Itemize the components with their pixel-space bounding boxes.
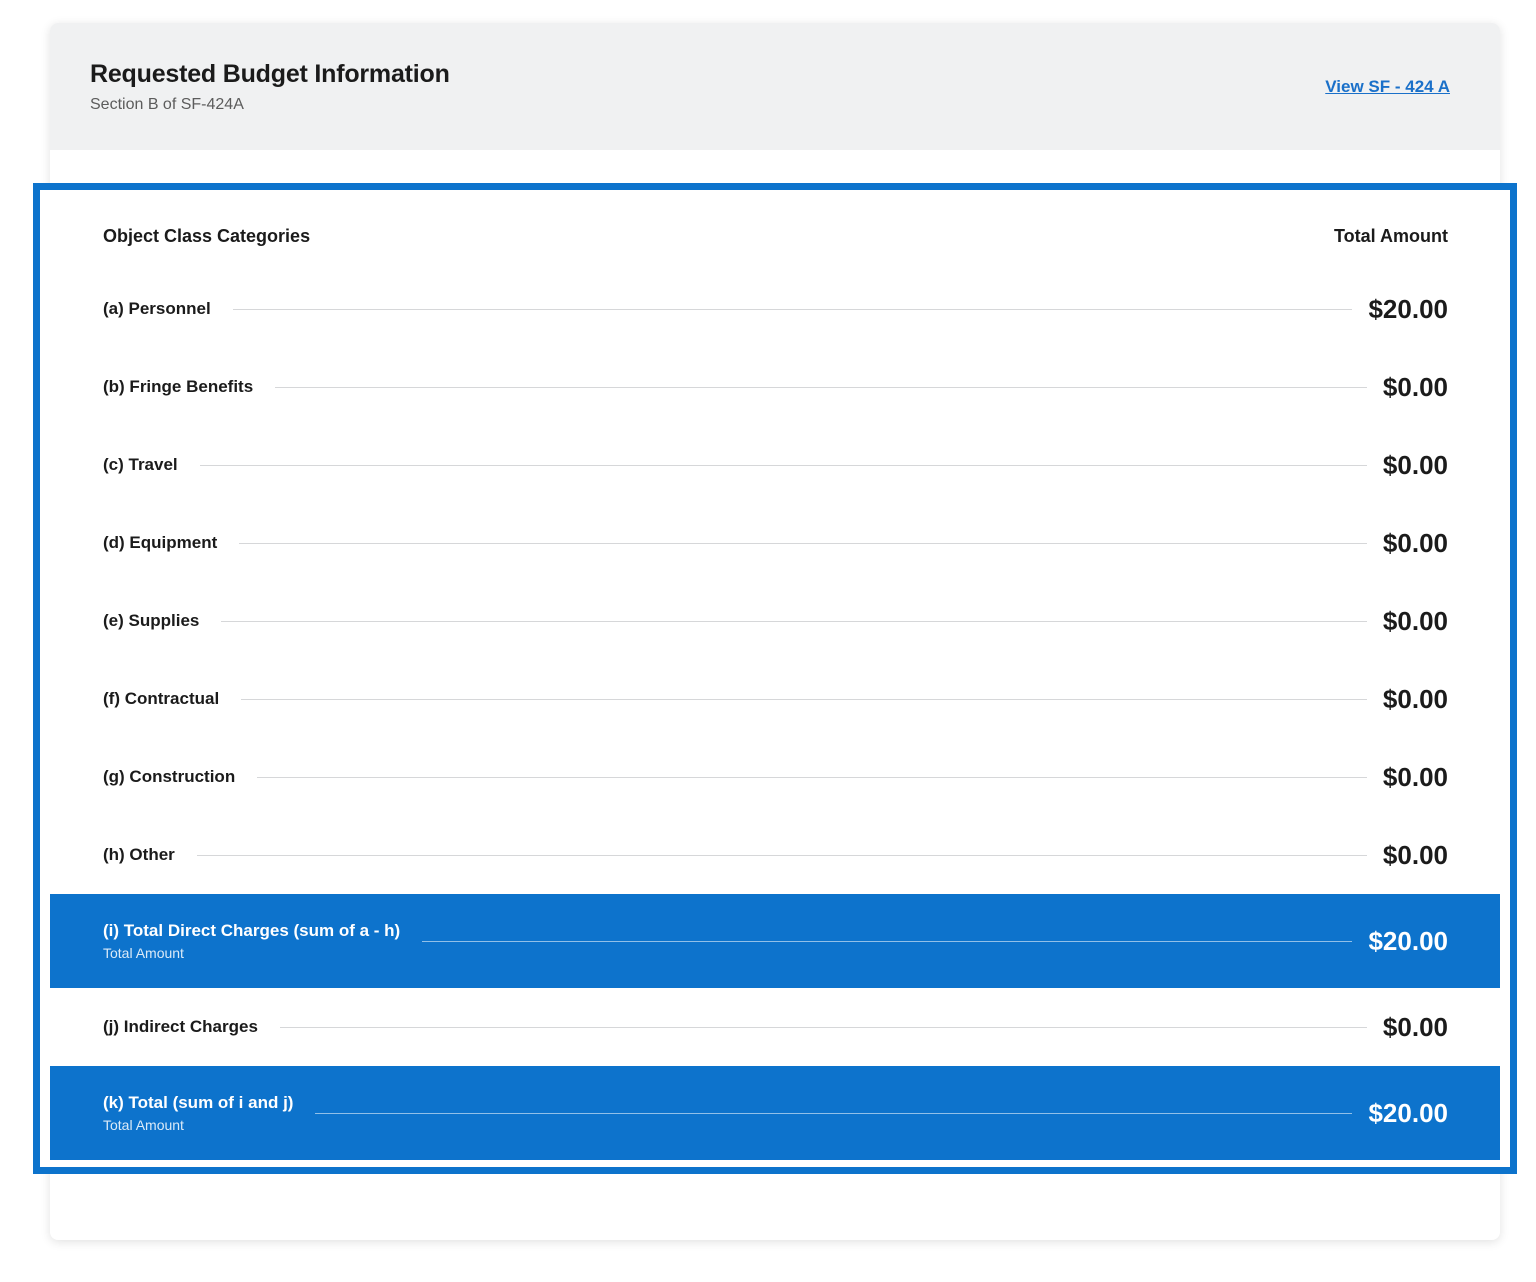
leader-line [422, 941, 1352, 942]
row-label-group: (j) Indirect Charges [103, 1017, 258, 1037]
row-label-group: (k) Total (sum of i and j) Total Amount [103, 1093, 293, 1133]
leader-line [239, 543, 1367, 544]
row-amount: $20.00 [1368, 926, 1448, 957]
row-label: (d) Equipment [103, 533, 217, 553]
row-label: (h) Other [103, 845, 175, 865]
row-label: (e) Supplies [103, 611, 199, 631]
row-amount: $0.00 [1383, 840, 1448, 871]
leader-line [315, 1113, 1352, 1114]
row-label-group: (e) Supplies [103, 611, 199, 631]
row-label: (k) Total (sum of i and j) [103, 1093, 293, 1113]
header-text: Requested Budget Information Section B o… [90, 60, 450, 114]
leader-line [200, 465, 1367, 466]
row-amount: $0.00 [1383, 528, 1448, 559]
row-sublabel: Total Amount [103, 945, 400, 961]
view-sf424a-link[interactable]: View SF - 424 A [1325, 77, 1450, 97]
row-amount: $0.00 [1383, 762, 1448, 793]
card-header: Requested Budget Information Section B o… [50, 23, 1500, 150]
leader-line [241, 699, 1367, 700]
row-label: (b) Fringe Benefits [103, 377, 253, 397]
leader-line [257, 777, 1367, 778]
row-label-group: (h) Other [103, 845, 175, 865]
row-amount: $20.00 [1368, 1098, 1448, 1129]
row-label-group: (f) Contractual [103, 689, 219, 709]
row-label: (a) Personnel [103, 299, 211, 319]
budget-row: (h) Other $0.00 [50, 816, 1500, 894]
row-amount: $20.00 [1368, 294, 1448, 325]
budget-section-highlight: Object Class Categories Total Amount (a)… [33, 183, 1517, 1174]
budget-row: (c) Travel $0.00 [50, 426, 1500, 504]
leader-line [280, 1027, 1367, 1028]
budget-row: (g) Construction $0.00 [50, 738, 1500, 816]
leader-line [275, 387, 1367, 388]
budget-row: (f) Contractual $0.00 [50, 660, 1500, 738]
leader-line [233, 309, 1353, 310]
row-label-group: (c) Travel [103, 455, 178, 475]
row-amount: $0.00 [1383, 684, 1448, 715]
row-amount: $0.00 [1383, 372, 1448, 403]
budget-row: (j) Indirect Charges $0.00 [50, 988, 1500, 1066]
row-amount: $0.00 [1383, 606, 1448, 637]
budget-row: (e) Supplies $0.00 [50, 582, 1500, 660]
leader-line [197, 855, 1367, 856]
row-label: (f) Contractual [103, 689, 219, 709]
row-amount: $0.00 [1383, 450, 1448, 481]
row-label-group: (i) Total Direct Charges (sum of a - h) … [103, 921, 400, 961]
budget-row: (k) Total (sum of i and j) Total Amount … [50, 1066, 1500, 1160]
row-label: (i) Total Direct Charges (sum of a - h) [103, 921, 400, 941]
row-label: (c) Travel [103, 455, 178, 475]
card-body: Object Class Categories Total Amount (a)… [50, 183, 1500, 1174]
budget-row: (a) Personnel $20.00 [50, 270, 1500, 348]
page-subtitle: Section B of SF-424A [90, 96, 450, 114]
budget-row: (d) Equipment $0.00 [50, 504, 1500, 582]
leader-line [221, 621, 1367, 622]
budget-card: Requested Budget Information Section B o… [50, 23, 1500, 1240]
column-header-categories: Object Class Categories [103, 226, 310, 247]
column-header-total-amount: Total Amount [1334, 226, 1448, 247]
row-label: (j) Indirect Charges [103, 1017, 258, 1037]
page-title: Requested Budget Information [90, 60, 450, 89]
row-amount: $0.00 [1383, 1012, 1448, 1043]
row-label-group: (b) Fringe Benefits [103, 377, 253, 397]
row-sublabel: Total Amount [103, 1117, 293, 1133]
row-label-group: (a) Personnel [103, 299, 211, 319]
table-header-row: Object Class Categories Total Amount [50, 222, 1500, 250]
budget-row: (b) Fringe Benefits $0.00 [50, 348, 1500, 426]
budget-rows: (a) Personnel $20.00 (b) Fringe Benefits [50, 270, 1500, 1160]
budget-row: (i) Total Direct Charges (sum of a - h) … [50, 894, 1500, 988]
row-label: (g) Construction [103, 767, 235, 787]
row-label-group: (g) Construction [103, 767, 235, 787]
row-label-group: (d) Equipment [103, 533, 217, 553]
